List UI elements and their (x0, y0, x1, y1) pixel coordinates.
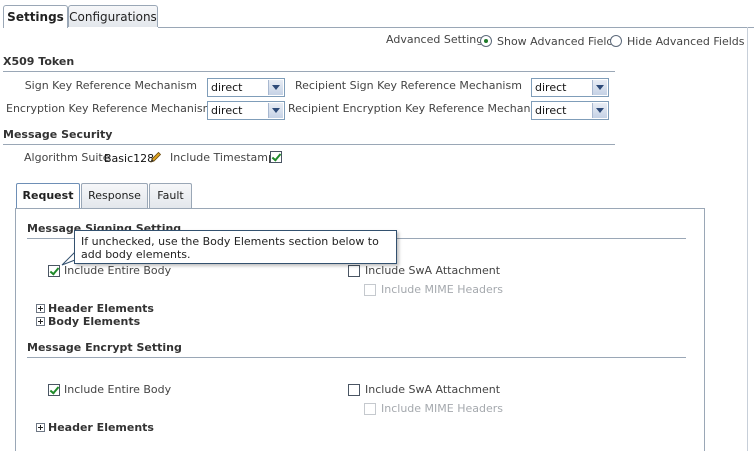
recipient-sign-key-select[interactable]: direct (531, 78, 609, 97)
tab-request[interactable]: Request (16, 183, 80, 209)
show-advanced-radio[interactable] (480, 35, 492, 47)
encrypt-include-body-label: Include Entire Body (64, 383, 172, 396)
tab-configurations[interactable]: Configurations (68, 5, 158, 27)
message-security-title: Message Security (3, 128, 113, 141)
recipient-enc-key-select[interactable]: direct (531, 101, 609, 120)
message-security-divider (3, 144, 615, 145)
body-elements-tooltip: If unchecked, use the Body Elements sect… (74, 230, 397, 264)
encrypt-header-elements[interactable]: Header Elements (48, 421, 154, 434)
tab-divider (158, 27, 754, 28)
enc-key-label: Encryption Key Reference Mechanism (6, 102, 214, 115)
signing-swa-label: Include SwA Attachment (365, 264, 501, 277)
tab-response[interactable]: Response (81, 183, 148, 208)
tab-fault[interactable]: Fault (149, 183, 192, 208)
show-advanced-label[interactable]: Show Advanced Fields (497, 35, 619, 48)
sign-key-value: direct (211, 81, 243, 94)
tab-settings[interactable]: Settings (3, 5, 68, 28)
enc-key-value: direct (211, 104, 243, 117)
advanced-setting-label: Advanced Setting (386, 33, 484, 46)
sign-key-select[interactable]: direct (207, 78, 285, 97)
expand-plus-icon[interactable] (36, 304, 45, 313)
signing-swa-checkbox[interactable] (348, 265, 360, 277)
hide-advanced-label[interactable]: Hide Advanced Fields (627, 35, 745, 48)
encrypt-mime-label: Include MIME Headers (381, 402, 503, 415)
x509-section-title: X509 Token (3, 55, 75, 68)
encrypt-include-body-checkbox[interactable] (48, 384, 60, 396)
encrypt-divider (27, 357, 686, 358)
x509-divider (3, 71, 615, 72)
chevron-down-icon[interactable] (592, 103, 607, 118)
signing-header-elements[interactable]: Header Elements (48, 302, 154, 315)
pencil-edit-icon[interactable] (149, 151, 162, 164)
recipient-sign-key-value: direct (535, 81, 567, 94)
algorithm-suite-label: Algorithm Suite (24, 151, 110, 164)
expand-plus-icon[interactable] (36, 317, 45, 326)
expand-plus-icon[interactable] (36, 423, 45, 432)
chevron-down-icon[interactable] (268, 80, 283, 95)
signing-include-body-label: Include Entire Body (64, 264, 172, 277)
enc-key-select[interactable]: direct (207, 101, 285, 120)
recipient-enc-key-value: direct (535, 104, 567, 117)
recipient-sign-key-label: Recipient Sign Key Reference Mechanism (295, 79, 522, 92)
signing-body-elements[interactable]: Body Elements (48, 315, 140, 328)
encrypt-swa-label: Include SwA Attachment (365, 383, 501, 396)
content-border (747, 27, 748, 451)
signing-mime-checkbox (364, 284, 376, 296)
algorithm-suite-value: Basic128 (104, 152, 155, 165)
sign-key-label: Sign Key Reference Mechanism (24, 79, 197, 92)
encrypt-swa-checkbox[interactable] (348, 384, 360, 396)
encrypt-mime-checkbox (364, 403, 376, 415)
hide-advanced-radio[interactable] (610, 35, 622, 47)
chevron-down-icon[interactable] (592, 80, 607, 95)
include-timestamp-label: Include Timestamp (170, 151, 275, 164)
chevron-down-icon[interactable] (268, 103, 283, 118)
encrypt-section-title: Message Encrypt Setting (27, 341, 182, 354)
signing-mime-label: Include MIME Headers (381, 283, 503, 296)
recipient-enc-key-label: Recipient Encryption Key Reference Mecha… (288, 102, 550, 115)
signing-include-body-checkbox[interactable] (48, 265, 60, 277)
include-timestamp-checkbox[interactable] (270, 151, 282, 163)
